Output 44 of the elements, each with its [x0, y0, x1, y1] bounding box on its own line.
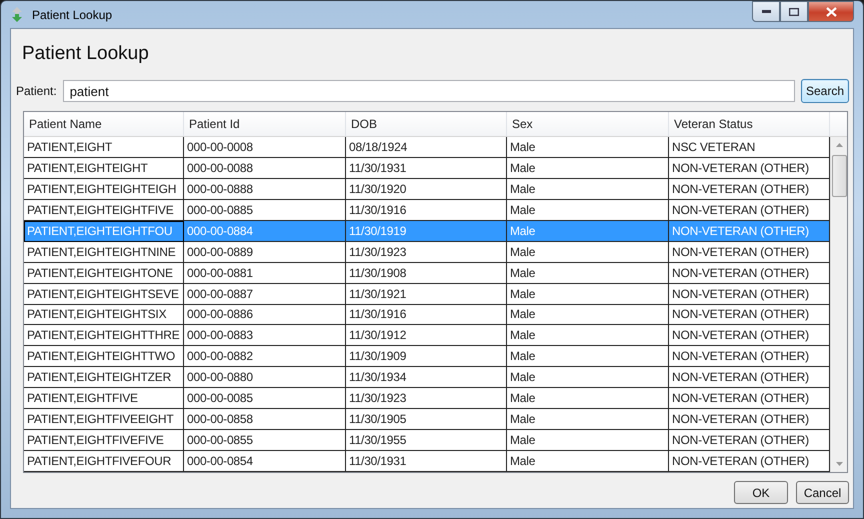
column-header[interactable]: Sex	[507, 112, 669, 137]
table-row[interactable]: PATIENT,EIGHTEIGHTSIX 000-00-0886 11/30/1916 Male NON-VETERAN (OTHER)	[24, 304, 830, 326]
table-cell: Male	[507, 451, 669, 472]
app-icon	[10, 6, 24, 22]
table-cell: PATIENT,EIGHTEIGHTFIVE	[24, 200, 184, 221]
scroll-thumb[interactable]	[832, 155, 846, 197]
table-row[interactable]: PATIENT,EIGHTFIVE 000-00-0085 11/30/1923 Male NON-VETERAN (OTHER)	[24, 388, 830, 410]
table-row[interactable]: PATIENT,EIGHTEIGHTSEVE 000-00-0887 11/30/1921 Male NON-VETERAN (OTHER)	[24, 284, 830, 304]
minimize-button[interactable]	[752, 1, 780, 22]
scroll-up-icon[interactable]	[836, 143, 842, 147]
window-title: Patient Lookup	[32, 8, 114, 22]
table-row[interactable]: PATIENT,EIGHTFIVEFOUR 000-00-0854 11/30/1931 Male NON-VETERAN (OTHER)	[24, 451, 830, 472]
patient-label: Patient:	[16, 84, 57, 98]
table-row[interactable]: PATIENT,EIGHTEIGHTNINE 000-00-0889 11/30/1923 Male NON-VETERAN (OTHER)	[24, 242, 830, 263]
scroll-down-icon[interactable]	[836, 462, 842, 466]
dialog-heading: Patient Lookup	[22, 43, 150, 65]
table-row[interactable]: PATIENT,EIGHTFIVEEIGHT 000-00-0858 11/30/1905 Male NON-VETERAN (OTHER)	[24, 409, 830, 430]
column-header[interactable]: DOB	[346, 112, 507, 137]
table-row[interactable]: PATIENT,EIGHT 000-00-0008 08/18/1924 Male NSC VETERAN	[24, 137, 830, 158]
table-cell: 11/30/1931	[346, 451, 507, 472]
column-header[interactable]: Veteran Status	[669, 112, 830, 137]
close-icon	[826, 6, 836, 16]
column-header[interactable]: Patient Name	[24, 112, 184, 137]
maximize-icon	[789, 8, 799, 16]
table-row[interactable]: PATIENT,EIGHTEIGHTEIGH 000-00-0888 11/30/1920 Male NON-VETERAN (OTHER)	[24, 178, 830, 200]
table-cell: PATIENT,EIGHTEIGHTFOU	[24, 220, 184, 242]
table-row[interactable]: PATIENT,EIGHTEIGHTTHRE 000-00-0883 11/30/1912 Male NON-VETERAN (OTHER)	[24, 325, 830, 346]
table-row[interactable]: PATIENT,EIGHTEIGHTTWO 000-00-0882 11/30/1909 Male NON-VETERAN (OTHER)	[24, 346, 830, 368]
table-row[interactable]: PATIENT,EIGHTEIGHTONE 000-00-0881 11/30/1908 Male NON-VETERAN (OTHER)	[24, 262, 830, 284]
close-button[interactable]	[808, 1, 854, 22]
minimize-icon	[762, 10, 770, 13]
table-row[interactable]: PATIENT,EIGHTFIVEFIVE 000-00-0855 11/30/1955 Male NON-VETERAN (OTHER)	[24, 430, 830, 452]
table-cell: PATIENT,EIGHTFIVEFOUR	[24, 451, 184, 472]
cancel-button[interactable]: Cancel	[796, 481, 849, 504]
scrollbar[interactable]	[830, 137, 847, 472]
table-row[interactable]: PATIENT,EIGHTEIGHTZER 000-00-0880 11/30/1934 Male NON-VETERAN (OTHER)	[24, 367, 830, 388]
column-header[interactable]: Patient Id	[184, 112, 346, 137]
table-row[interactable]: PATIENT,EIGHTEIGHT 000-00-0088 11/30/1931 Male NON-VETERAN (OTHER)	[24, 158, 830, 179]
ok-button[interactable]: OK	[734, 481, 788, 504]
patient-field[interactable]: patient	[62, 80, 795, 102]
table-cell: 000-00-0854	[184, 451, 346, 472]
search-button[interactable]: Search	[800, 79, 849, 103]
table-row[interactable]: PATIENT,EIGHTEIGHTFIVE 000-00-0885 11/30/1916 Male NON-VETERAN (OTHER)	[24, 200, 830, 221]
maximize-button[interactable]	[780, 1, 808, 22]
